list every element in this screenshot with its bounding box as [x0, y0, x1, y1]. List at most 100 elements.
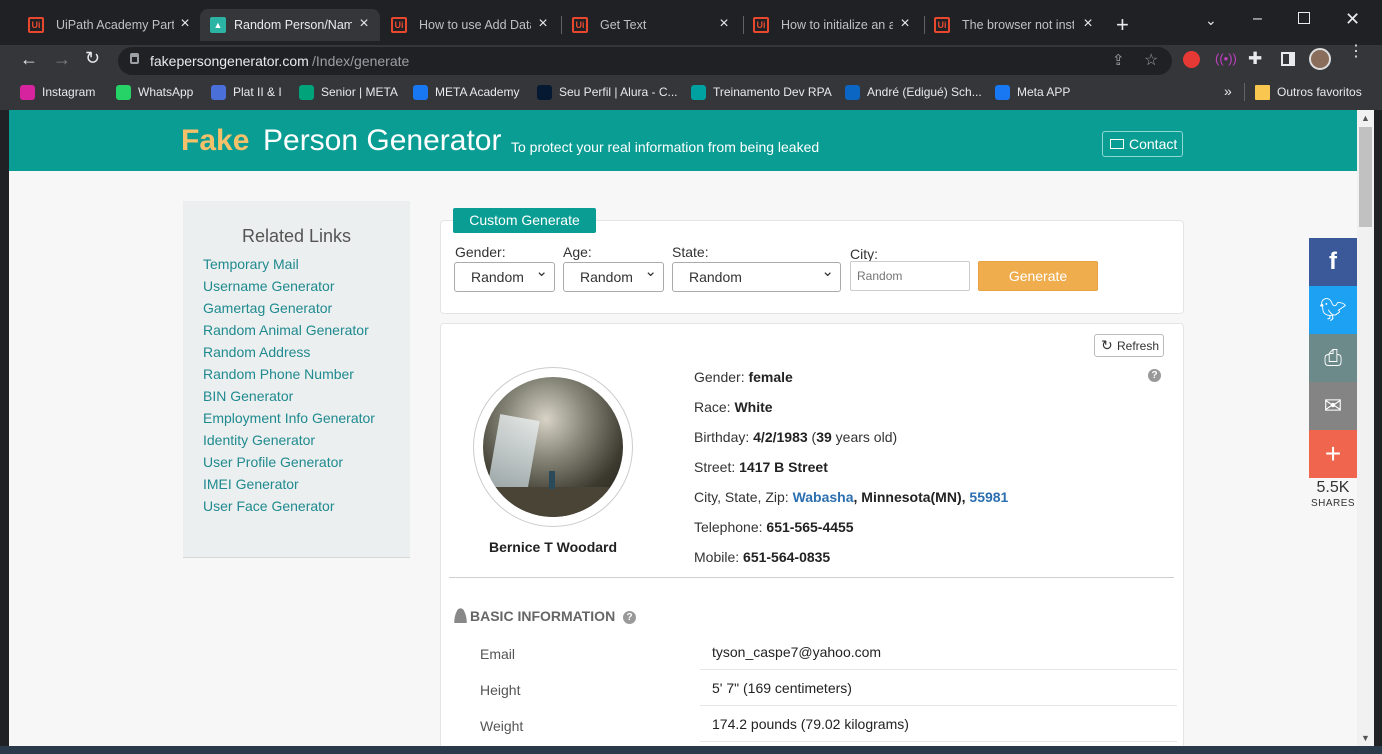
divider — [449, 577, 1174, 578]
tab-initialize[interactable]: Ui How to initialize an ar × — [753, 9, 913, 41]
bookmark-plat[interactable]: Plat II & I — [211, 84, 282, 100]
gender-select[interactable]: Random — [454, 258, 555, 292]
bookmark-linkedin[interactable]: André (Edigué) Sch... — [845, 84, 982, 100]
help-icon[interactable]: ? — [1148, 369, 1161, 382]
tab-get-text[interactable]: Ui Get Text × — [572, 9, 732, 41]
new-tab-button[interactable]: + — [1116, 12, 1129, 38]
age-select[interactable]: Random — [563, 258, 664, 292]
email-value: tyson_caspe7@yahoo.com — [712, 644, 882, 660]
height-value: 5' 7" (169 centimeters) — [712, 680, 852, 696]
envelope-icon — [1110, 139, 1124, 149]
birthday-row: Birthday: 4/2/1983 (39 years old) — [694, 429, 898, 445]
brand-fake[interactable]: Fake — [181, 124, 249, 158]
person-name: Bernice T Woodard — [488, 539, 618, 555]
close-tab-icon[interactable]: × — [716, 16, 732, 32]
extension-broadcast-icon[interactable]: ((•)) — [1215, 51, 1237, 66]
restore-icon[interactable] — [1298, 12, 1310, 24]
address-bar[interactable]: fakepersongenerator.com /Index/generate … — [118, 47, 1172, 75]
sidebar-link[interactable]: User Profile Generator — [203, 454, 343, 470]
treinamento-icon — [691, 84, 706, 100]
city-link[interactable]: Wabasha — [793, 489, 854, 505]
avatar[interactable] — [1309, 48, 1331, 70]
uipath-icon: Ui — [28, 17, 44, 33]
share-page-icon[interactable]: ⇪ — [1112, 51, 1125, 69]
sidebar-link[interactable]: Employment Info Generator — [203, 410, 375, 426]
sidebar-link[interactable]: Temporary Mail — [203, 256, 299, 272]
zip-link[interactable]: 55981 — [969, 489, 1008, 505]
more-share-icon[interactable]: + — [1309, 430, 1357, 478]
bookmark-alura[interactable]: Seu Perfil | Alura - C... — [537, 84, 678, 100]
sidebar-link[interactable]: Username Generator — [203, 278, 335, 294]
state-select[interactable]: Random — [672, 258, 841, 292]
scrollbar-thumb[interactable] — [1359, 127, 1372, 227]
sidebar-link[interactable]: BIN Generator — [203, 388, 293, 404]
alura-icon — [537, 84, 552, 100]
print-share-icon[interactable]: ⎙ — [1309, 334, 1357, 382]
tab-search-icon[interactable]: ⌄ — [1205, 12, 1217, 29]
race-row: Race: White — [694, 399, 773, 415]
close-tab-icon[interactable]: × — [356, 16, 372, 32]
close-tab-icon[interactable]: × — [535, 16, 551, 32]
tab-browser-not-installed[interactable]: Ui The browser not insta × — [934, 9, 1096, 41]
city-input[interactable] — [850, 261, 970, 291]
age-label: Age: — [563, 244, 592, 260]
brand-name[interactable]: Person Generator — [263, 124, 501, 158]
city-label: City: — [850, 246, 878, 262]
help-icon[interactable]: ? — [623, 611, 637, 624]
weight-value: 174.2 pounds (79.02 kilograms) — [712, 716, 909, 732]
uipath-icon: Ui — [934, 17, 950, 33]
close-window-icon[interactable]: ✕ — [1345, 9, 1360, 30]
bookmark-meta-app[interactable]: Meta APP — [995, 84, 1070, 100]
sidebar-link[interactable]: IMEI Generator — [203, 476, 299, 492]
facebook-share-icon[interactable]: f — [1309, 238, 1357, 286]
bookmark-meta-academy[interactable]: META Academy — [413, 84, 519, 100]
telephone-row: Telephone: 651-565-4455 — [694, 519, 854, 535]
forward-icon[interactable]: → — [53, 49, 71, 70]
tab-random-person[interactable]: ▲ Random Person/Name × — [200, 9, 380, 41]
custom-generate-tab[interactable]: Custom Generate — [453, 208, 596, 233]
extensions-icon[interactable]: ✚ — [1248, 49, 1262, 69]
sidebar-link[interactable]: Random Address — [203, 344, 310, 360]
person-icon: ▲ — [210, 17, 226, 33]
folder-icon — [1255, 84, 1270, 100]
email-share-icon[interactable]: ✉ — [1309, 382, 1357, 430]
sidebar-link[interactable]: Identity Generator — [203, 432, 315, 448]
other-bookmarks[interactable]: Outros favoritos — [1255, 84, 1362, 100]
sidepanel-icon[interactable] — [1281, 52, 1295, 66]
menu-icon[interactable]: ⋮ — [1348, 44, 1364, 60]
uipath-icon: Ui — [753, 17, 769, 33]
sidebar-link[interactable]: Random Phone Number — [203, 366, 354, 382]
linkedin-icon — [845, 84, 860, 100]
reload-icon[interactable]: ↻ — [85, 48, 100, 69]
scroll-up-icon[interactable]: ▲ — [1361, 113, 1370, 123]
scroll-down-icon[interactable]: ▼ — [1361, 733, 1370, 743]
bookmark-star-icon[interactable]: ☆ — [1144, 50, 1158, 70]
close-tab-icon[interactable]: × — [177, 16, 193, 32]
close-tab-icon[interactable]: × — [897, 16, 913, 32]
share-count: 5.5K — [1316, 479, 1350, 496]
twitter-share-icon[interactable]: 🐦︎ — [1309, 286, 1357, 334]
sidebar-link[interactable]: Random Animal Generator — [203, 322, 369, 338]
back-icon[interactable]: ← — [20, 49, 38, 70]
state-label: State: — [672, 244, 709, 260]
lock-icon — [130, 53, 139, 64]
taskbar — [0, 746, 1382, 754]
generate-button[interactable]: Generate — [978, 261, 1098, 291]
share-label: SHARES — [1310, 498, 1356, 509]
tab-uipath-academy[interactable]: Ui UiPath Academy Partn × — [28, 9, 193, 41]
minimize-icon[interactable]: – — [1253, 10, 1262, 28]
tab-add-data[interactable]: Ui How to use Add Data × — [391, 9, 551, 41]
height-label: Height — [480, 682, 521, 698]
extension-hand-icon[interactable] — [1183, 51, 1200, 68]
bookmark-whatsapp[interactable]: WhatsApp — [116, 84, 193, 100]
bookmark-senior-meta[interactable]: Senior | META — [299, 84, 398, 100]
refresh-button[interactable]: ↻ Refresh — [1094, 334, 1164, 357]
sidebar-link[interactable]: Gamertag Generator — [203, 300, 332, 316]
contact-button[interactable]: Contact — [1102, 131, 1183, 157]
close-tab-icon[interactable]: × — [1080, 16, 1096, 32]
sidebar-link[interactable]: User Face Generator — [203, 498, 335, 514]
plat-icon — [211, 84, 226, 100]
bookmarks-more[interactable]: » — [1224, 83, 1232, 99]
bookmark-treinamento[interactable]: Treinamento Dev RPA — [691, 84, 832, 100]
bookmark-instagram[interactable]: Instagram — [20, 84, 95, 100]
